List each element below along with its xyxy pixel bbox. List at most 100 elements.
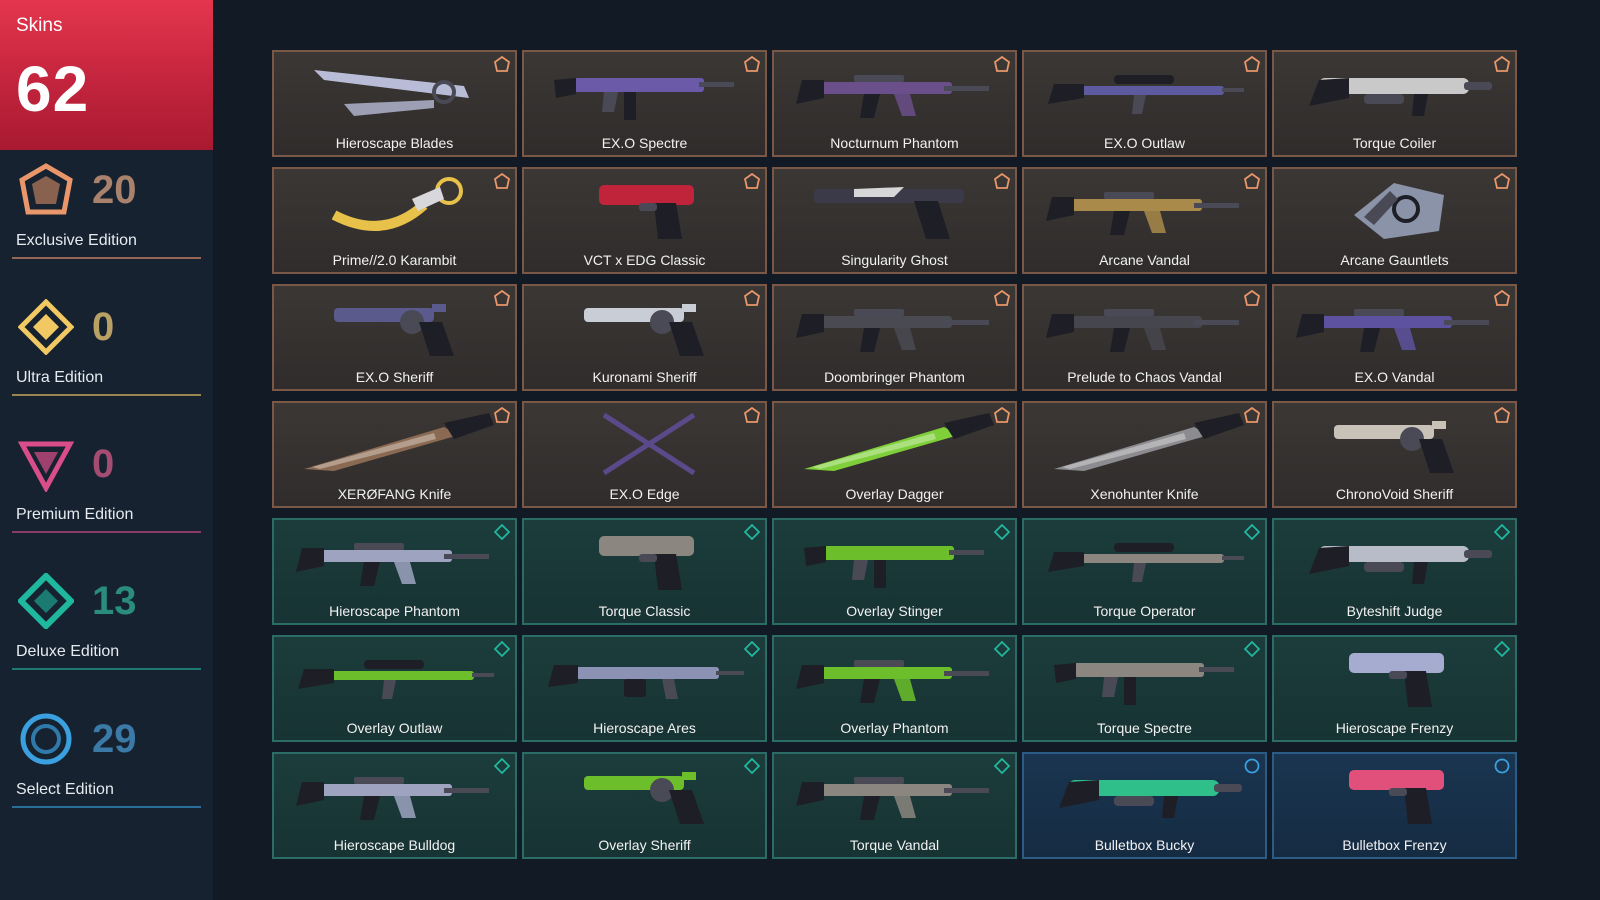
exclusive-edition-icon bbox=[1243, 55, 1261, 72]
tier-select[interactable]: 29 Select Edition bbox=[12, 711, 201, 811]
deluxe-edition-icon bbox=[743, 757, 761, 775]
skin-card[interactable]: EX.O Spectre bbox=[522, 50, 767, 157]
weapon-rifle-icon bbox=[794, 292, 999, 360]
deluxe-edition-icon bbox=[993, 640, 1011, 658]
skin-card[interactable]: Overlay Stinger bbox=[772, 518, 1017, 625]
weapon-pistol-icon bbox=[544, 526, 749, 594]
tier-deluxe[interactable]: 13 Deluxe Edition bbox=[12, 571, 201, 673]
weapon-pistol-long-icon bbox=[794, 175, 999, 243]
skin-name: Overlay Stinger bbox=[846, 603, 943, 619]
tier-count: 29 bbox=[92, 717, 137, 761]
skin-card[interactable]: Torque Spectre bbox=[1022, 635, 1267, 742]
select-edition-icon bbox=[1494, 758, 1510, 774]
weapon-sniper-icon bbox=[1044, 58, 1249, 126]
skin-card[interactable]: Kuronami Sheriff bbox=[522, 284, 767, 391]
exclusive-edition-icon bbox=[743, 289, 761, 306]
weapon-rifle-icon bbox=[294, 760, 499, 828]
skin-card[interactable]: Bulletbox Bucky bbox=[1022, 752, 1267, 859]
skin-card[interactable]: EX.O Vandal bbox=[1272, 284, 1517, 391]
skin-card[interactable]: EX.O Outlaw bbox=[1022, 50, 1267, 157]
skin-card[interactable]: Arcane Vandal bbox=[1022, 167, 1267, 274]
skin-card[interactable]: Byteshift Judge bbox=[1272, 518, 1517, 625]
skin-card[interactable]: Overlay Sheriff bbox=[522, 752, 767, 859]
deluxe-edition-icon bbox=[743, 523, 761, 541]
skin-card[interactable]: Doombringer Phantom bbox=[772, 284, 1017, 391]
tier-ultra[interactable]: 0 Ultra Edition bbox=[12, 298, 201, 399]
skin-card[interactable]: Torque Vandal bbox=[772, 752, 1017, 859]
weapon-revolver-icon bbox=[1294, 409, 1499, 477]
skin-card[interactable]: Overlay Dagger bbox=[772, 401, 1017, 508]
skin-card[interactable]: Overlay Outlaw bbox=[272, 635, 517, 742]
exclusive-edition-icon bbox=[493, 55, 511, 72]
skin-card[interactable]: Nocturnum Phantom bbox=[772, 50, 1017, 157]
skin-card[interactable]: Hieroscape Ares bbox=[522, 635, 767, 742]
exclusive-edition-icon bbox=[993, 289, 1011, 306]
tier-premium[interactable]: 0 Premium Edition bbox=[12, 436, 201, 536]
deluxe-edition-icon bbox=[1493, 640, 1511, 658]
deluxe-edition-icon bbox=[493, 523, 511, 541]
skin-name: EX.O Edge bbox=[609, 486, 680, 502]
exclusive-edition-icon bbox=[993, 406, 1011, 423]
skin-name: Torque Vandal bbox=[849, 837, 940, 853]
skin-card[interactable]: EX.O Sheriff bbox=[272, 284, 517, 391]
skins-total-panel: Skins 62 bbox=[0, 0, 213, 150]
weapon-karambit-icon bbox=[294, 175, 499, 243]
skin-name: Prelude to Chaos Vandal bbox=[1067, 369, 1222, 385]
skin-card[interactable]: Hieroscape Phantom bbox=[272, 518, 517, 625]
skin-name: Kuronami Sheriff bbox=[592, 369, 697, 385]
skin-card[interactable]: Prelude to Chaos Vandal bbox=[1022, 284, 1267, 391]
exclusive-edition-icon bbox=[743, 172, 761, 189]
tier-count: 0 bbox=[92, 442, 115, 486]
weapon-lmg-icon bbox=[544, 643, 749, 711]
weapon-smg-icon bbox=[794, 526, 999, 594]
skin-name: Arcane Gauntlets bbox=[1340, 252, 1449, 268]
skin-card[interactable]: Prime//2.0 Karambit bbox=[272, 167, 517, 274]
premium-edition-icon bbox=[17, 436, 75, 494]
skin-card[interactable]: Torque Coiler bbox=[1272, 50, 1517, 157]
deluxe-edition-icon bbox=[1243, 640, 1261, 658]
exclusive-edition-icon bbox=[993, 55, 1011, 72]
skin-card[interactable]: Bulletbox Frenzy bbox=[1272, 752, 1517, 859]
skin-name: Hieroscape Phantom bbox=[329, 603, 460, 619]
skin-card[interactable]: Arcane Gauntlets bbox=[1272, 167, 1517, 274]
exclusive-edition-icon bbox=[1243, 406, 1261, 423]
skin-card[interactable]: Torque Operator bbox=[1022, 518, 1267, 625]
skin-name: ChronoVoid Sheriff bbox=[1335, 486, 1454, 502]
deluxe-edition-icon bbox=[1493, 523, 1511, 541]
tier-name: Exclusive Edition bbox=[16, 232, 137, 249]
exclusive-edition-icon bbox=[493, 406, 511, 423]
deluxe-edition-icon bbox=[993, 523, 1011, 541]
skin-name: Overlay Dagger bbox=[845, 486, 944, 502]
tier-divider bbox=[12, 257, 201, 259]
skin-card[interactable]: Xenohunter Knife bbox=[1022, 401, 1267, 508]
weapon-rifle-icon bbox=[794, 760, 999, 828]
skin-card[interactable]: XERØFANG Knife bbox=[272, 401, 517, 508]
skin-name: Overlay Sheriff bbox=[598, 837, 691, 853]
tier-divider bbox=[12, 806, 201, 808]
weapon-melee-blades-icon bbox=[294, 58, 499, 126]
weapon-shotgun-icon bbox=[1044, 760, 1249, 828]
ultra-edition-icon bbox=[17, 298, 75, 356]
skin-name: Overlay Phantom bbox=[840, 720, 949, 736]
weapon-rifle-icon bbox=[1044, 175, 1249, 243]
weapon-knife-icon bbox=[294, 409, 499, 477]
skin-card[interactable]: Hieroscape Frenzy bbox=[1272, 635, 1517, 742]
tier-divider bbox=[12, 668, 201, 670]
skin-card[interactable]: Overlay Phantom bbox=[772, 635, 1017, 742]
skin-card[interactable]: Hieroscape Blades bbox=[272, 50, 517, 157]
weapon-crossed-blades-icon bbox=[544, 409, 749, 477]
skin-name: Torque Operator bbox=[1093, 603, 1196, 619]
tier-exclusive[interactable]: 20 Exclusive Edition bbox=[12, 162, 201, 262]
skin-card[interactable]: VCT x EDG Classic bbox=[522, 167, 767, 274]
skin-card[interactable]: Torque Classic bbox=[522, 518, 767, 625]
skin-name: Hieroscape Frenzy bbox=[1335, 720, 1454, 736]
deluxe-edition-icon bbox=[493, 640, 511, 658]
skin-card[interactable]: EX.O Edge bbox=[522, 401, 767, 508]
weapon-shotgun-icon bbox=[1294, 526, 1499, 594]
exclusive-edition-icon bbox=[1493, 172, 1511, 189]
sidebar: Skins 62 20 Exclusive Edition 0 Ultra Editi… bbox=[0, 0, 213, 900]
skin-card[interactable]: Singularity Ghost bbox=[772, 167, 1017, 274]
weapon-pistol-icon bbox=[1294, 760, 1499, 828]
skin-card[interactable]: Hieroscape Bulldog bbox=[272, 752, 517, 859]
skin-card[interactable]: ChronoVoid Sheriff bbox=[1272, 401, 1517, 508]
